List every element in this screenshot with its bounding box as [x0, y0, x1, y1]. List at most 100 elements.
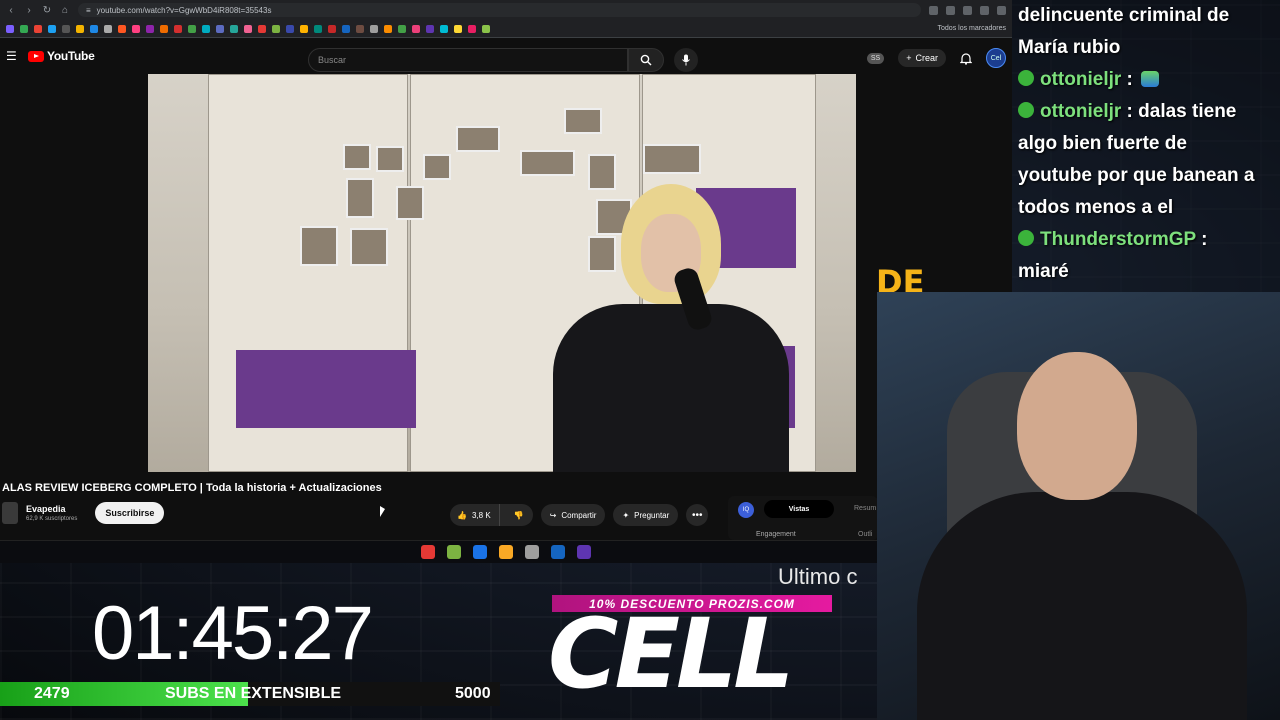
bookmark-icon[interactable]: [132, 24, 140, 33]
share-page-icon[interactable]: [946, 5, 955, 15]
taskbar-app-icon[interactable]: [499, 545, 513, 559]
os-taskbar: [0, 540, 1012, 563]
wall-photo: [456, 126, 500, 152]
zoom-icon[interactable]: [929, 5, 938, 15]
bookmark-icon[interactable]: [356, 24, 364, 33]
bookmark-icon[interactable]: [482, 24, 490, 33]
menu-icon[interactable]: ☰: [6, 49, 22, 63]
channel-name[interactable]: Evapedia: [26, 504, 77, 514]
profile-icon[interactable]: [997, 5, 1006, 15]
bookmark-icon[interactable]: [76, 24, 84, 33]
share-button[interactable]: ↪ Compartir: [540, 504, 606, 526]
bookmarks-bar: Todos los marcadores: [0, 20, 1012, 38]
bookmark-icon[interactable]: [62, 24, 70, 33]
chat-username: ottonieljr: [1040, 69, 1122, 90]
dislike-button[interactable]: 👎: [505, 511, 533, 520]
chat-emote-icon: [1140, 71, 1159, 87]
all-bookmarks-link[interactable]: Todos los marcadores: [938, 25, 1006, 32]
search-input[interactable]: Buscar: [308, 48, 628, 72]
like-button[interactable]: 👍 3,8 K: [450, 504, 500, 526]
bookmark-icon[interactable]: [370, 24, 378, 33]
bookmark-icon[interactable]: [426, 24, 434, 33]
chat-message: youtube por que banean a: [1018, 160, 1274, 192]
bookmark-icon[interactable]: [440, 24, 448, 33]
like-count: 3,8 K: [471, 510, 491, 520]
account-avatar[interactable]: Cel: [986, 48, 1006, 68]
thumbs-down-icon: 👎: [513, 510, 524, 520]
bookmark-icon[interactable]: [202, 24, 210, 33]
bookmark-icon[interactable]: [146, 24, 154, 33]
taskbar-app-icon[interactable]: [577, 545, 591, 559]
taskbar-app-icon[interactable]: [525, 545, 539, 559]
wall-photo: [300, 226, 338, 266]
bookmark-icon[interactable]: [314, 24, 322, 33]
back-icon[interactable]: ‹: [6, 5, 16, 16]
site-info-icon[interactable]: ≡: [86, 6, 91, 15]
taskbar-app-icon[interactable]: [551, 545, 565, 559]
subscribe-button[interactable]: Suscribirse: [95, 502, 165, 524]
bookmark-icon[interactable]: [188, 24, 196, 33]
bookmark-icon[interactable]: [90, 24, 98, 33]
extensions-icon[interactable]: [980, 5, 989, 15]
address-bar[interactable]: ≡ youtube.com/watch?v=GgwWbD4iR808t=3554…: [78, 3, 921, 17]
bookmark-icon[interactable]: [272, 24, 280, 33]
chat-text: miaré: [1018, 261, 1069, 282]
notifications-bell-icon[interactable]: [960, 52, 972, 65]
browser-toolbar: ‹ › ↻ ⌂ ≡ youtube.com/watch?v=GgwWbD4iR8…: [0, 0, 1012, 20]
more-actions-icon[interactable]: •••: [686, 504, 709, 526]
bookmark-icon[interactable]: [244, 24, 252, 33]
bookmark-icon[interactable]: [412, 24, 420, 33]
taskbar-app-icon[interactable]: [421, 545, 435, 559]
bookmark-icon[interactable]: [174, 24, 182, 33]
wall-photo: [643, 144, 701, 174]
bookmark-icon[interactable]: [454, 24, 462, 33]
bookmark-icon[interactable]: [468, 24, 476, 33]
youtube-play-icon: [28, 50, 44, 62]
browser-window: ‹ › ↻ ⌂ ≡ youtube.com/watch?v=GgwWbD4iR8…: [0, 0, 1012, 563]
channel-info: Evapedia 62,9 K suscriptores: [26, 504, 77, 522]
forward-icon[interactable]: ›: [24, 5, 34, 16]
bookmark-icon[interactable]: [286, 24, 294, 33]
extension-logo[interactable]: IQ: [738, 502, 754, 518]
bookmark-icon[interactable]: [118, 24, 126, 33]
youtube-logo[interactable]: YouTube: [28, 49, 95, 63]
taskbar-app-icon[interactable]: [473, 545, 487, 559]
search-button[interactable]: [628, 48, 664, 72]
bookmark-star-icon[interactable]: [963, 5, 972, 15]
tab-vistas[interactable]: Vistas: [764, 500, 834, 518]
bookmark-icon[interactable]: [104, 24, 112, 33]
bookmark-icon[interactable]: [20, 24, 28, 33]
home-icon[interactable]: ⌂: [60, 5, 70, 16]
chat-badge-icon: [1018, 102, 1034, 118]
chat-text: : dalas tiene: [1121, 101, 1237, 122]
purple-drawer-left: [236, 350, 416, 428]
youtube-header: ☰ YouTube Buscar SS + Crear Cel: [0, 38, 1012, 74]
bookmark-icon[interactable]: [216, 24, 224, 33]
video-player[interactable]: [148, 74, 856, 472]
streamer-body: [917, 492, 1247, 720]
share-label: Compartir: [561, 510, 597, 520]
voice-search-button[interactable]: [674, 48, 698, 72]
bookmark-icon[interactable]: [398, 24, 406, 33]
create-button[interactable]: + Crear: [898, 49, 946, 67]
ss-badge[interactable]: SS: [866, 52, 885, 64]
tab-resumen[interactable]: Resum: [854, 505, 876, 512]
channel-row: Evapedia 62,9 K suscriptores Suscribirse: [2, 502, 165, 524]
reload-icon[interactable]: ↻: [42, 5, 52, 16]
channel-avatar[interactable]: [2, 502, 18, 524]
chat-overlay: delincuente criminal de María rubio ottoni…: [1012, 0, 1280, 292]
bookmark-icon[interactable]: [230, 24, 238, 33]
bookmark-icon[interactable]: [300, 24, 308, 33]
bookmark-icon[interactable]: [6, 24, 14, 33]
microphone-icon: [682, 54, 690, 66]
bookmark-icon[interactable]: [384, 24, 392, 33]
bookmark-icon[interactable]: [34, 24, 42, 33]
ask-button[interactable]: ✦ Preguntar: [613, 504, 679, 526]
bookmark-icon[interactable]: [258, 24, 266, 33]
bookmark-icon[interactable]: [160, 24, 168, 33]
bookmark-icon[interactable]: [342, 24, 350, 33]
bookmark-icon[interactable]: [48, 24, 56, 33]
taskbar-app-icon[interactable]: [447, 545, 461, 559]
bookmark-icon[interactable]: [328, 24, 336, 33]
chat-text: algo bien fuerte de: [1018, 133, 1187, 154]
